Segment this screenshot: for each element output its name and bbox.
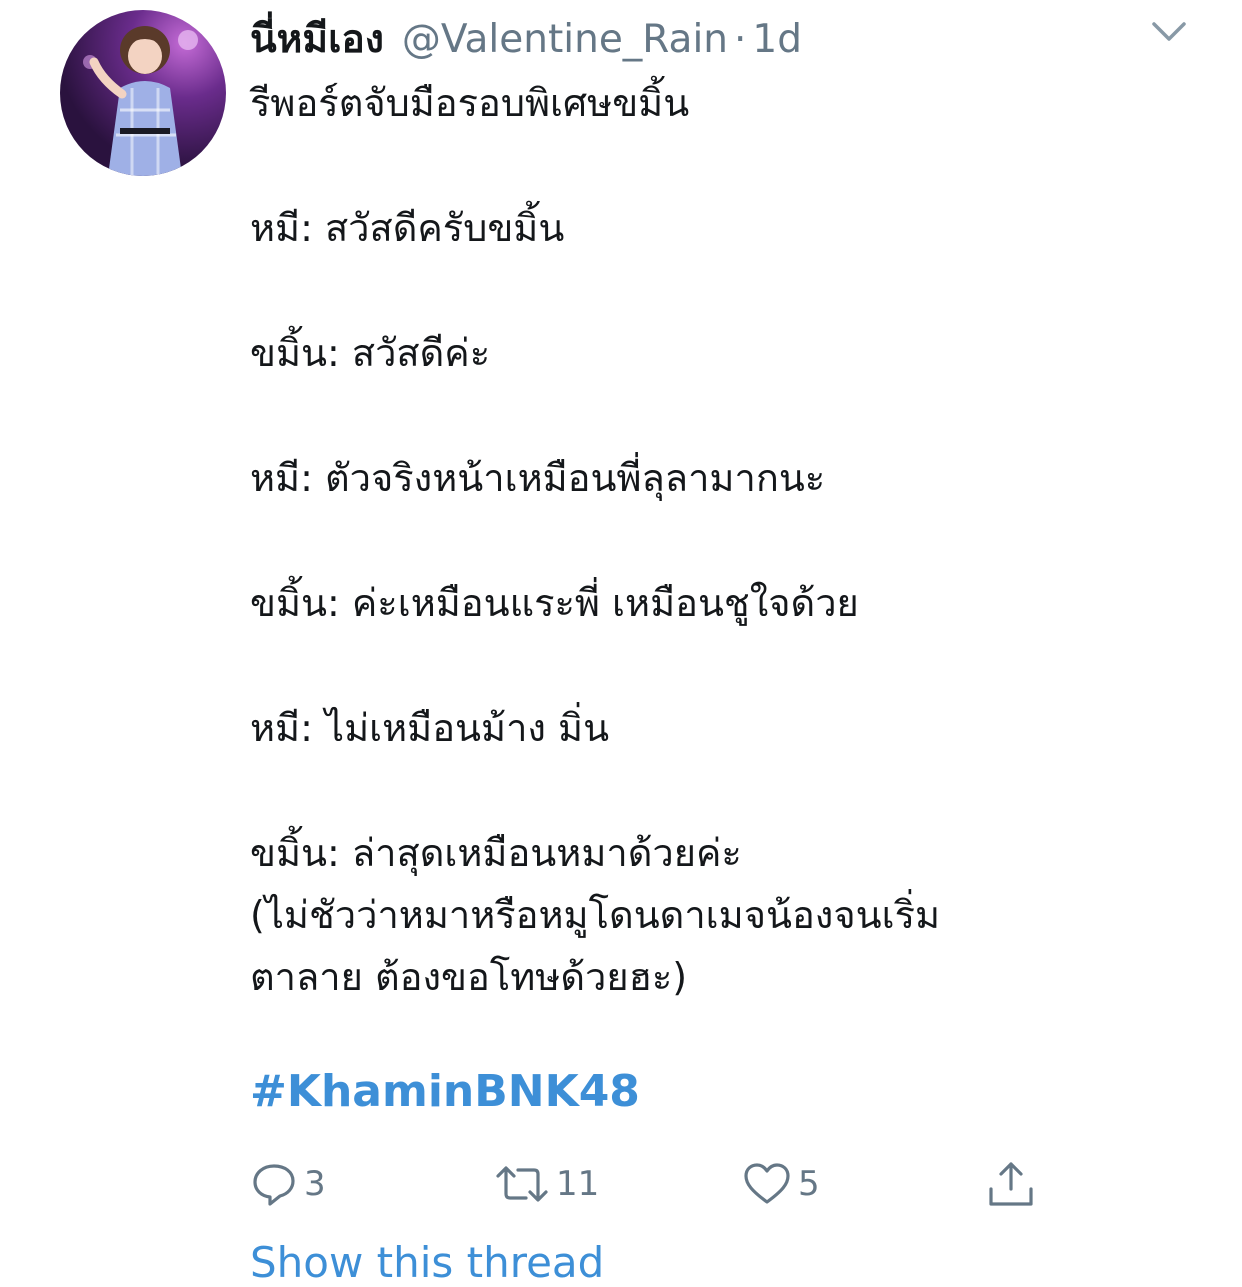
timestamp[interactable]: 1d xyxy=(752,17,802,62)
heart-icon xyxy=(744,1163,790,1204)
tweet-line: หมี: ไม่เหมือนม้าง มิ่น xyxy=(250,706,610,750)
tweet-line: (ไม่ชัวว่าหมาหรือหมูโดนดาเมจน้องจนเริ่ม xyxy=(250,893,941,937)
like-count: 5 xyxy=(798,1164,820,1204)
hashtag-link[interactable]: #KhaminBNK48 xyxy=(250,1066,640,1117)
display-name[interactable]: นี่หมีเอง xyxy=(250,8,384,70)
tweet-line: หมี: สวัสดีครับขมิ้น xyxy=(250,206,565,250)
tweet-actions: 3 11 5 xyxy=(250,1156,1050,1212)
retweet-count: 11 xyxy=(556,1164,600,1204)
tweet-line: รีพอร์ตจับมือรอบพิเศษขมิ้น xyxy=(250,81,690,125)
separator-dot: · xyxy=(734,17,747,62)
retweet-icon xyxy=(496,1166,548,1202)
show-thread-link[interactable]: Show this thread xyxy=(250,1238,604,1287)
avatar[interactable] xyxy=(60,10,226,176)
tweet-line: หมี: ตัวจริงหน้าเหมือนพี่ลุลามากนะ xyxy=(250,456,826,500)
tweet-header: นี่หมีเอง @Valentine_Rain · 1d xyxy=(250,8,802,62)
tweet-line: ขมิ้น: ล่าสุดเหมือนหมาด้วยค่ะ xyxy=(250,831,742,875)
tweet-body: รีพอร์ตจับมือรอบพิเศษขมิ้น หมี: สวัสดีคร… xyxy=(250,72,1150,1008)
tweet-line: ขมิ้น: สวัสดีค่ะ xyxy=(250,331,491,375)
like-button[interactable]: 5 xyxy=(742,1156,820,1212)
chevron-down-icon[interactable] xyxy=(1150,18,1188,46)
reply-count: 3 xyxy=(304,1164,326,1204)
reply-icon xyxy=(253,1164,295,1206)
tweet-line: ตาลาย ต้องขอโทษด้วยฮะ) xyxy=(250,955,688,999)
tweet-line: ขมิ้น: ค่ะเหมือนแระพี่ เหมือนชูใจด้วย xyxy=(250,581,859,625)
user-handle[interactable]: @Valentine_Rain xyxy=(402,17,728,62)
share-icon xyxy=(989,1162,1033,1206)
reply-button[interactable]: 3 xyxy=(250,1156,326,1212)
share-button[interactable] xyxy=(986,1156,1036,1212)
avatar-photo xyxy=(83,26,198,176)
retweet-button[interactable]: 11 xyxy=(494,1156,599,1212)
